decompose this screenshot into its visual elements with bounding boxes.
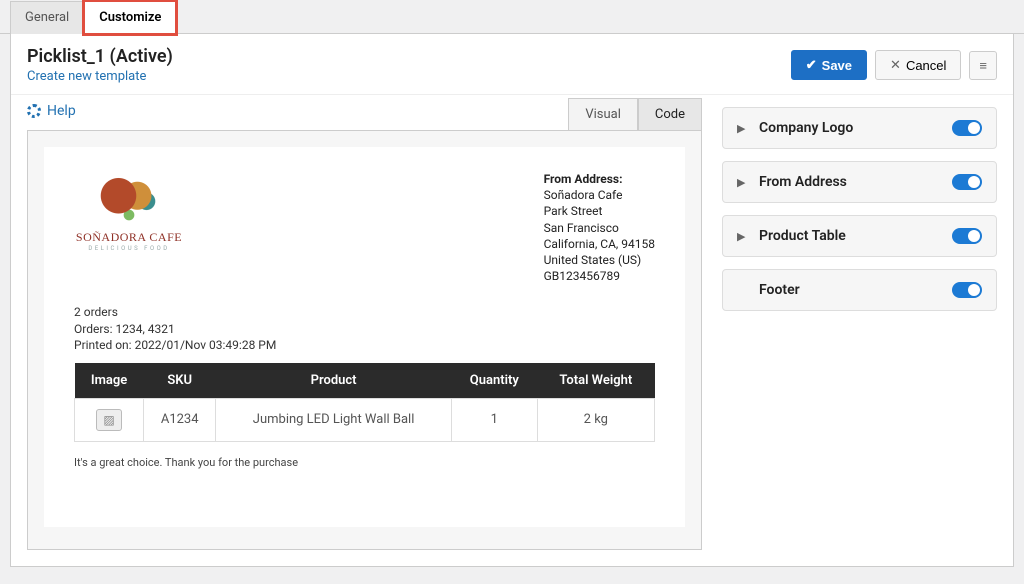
table-row: ▨ A1234 Jumbing LED Light Wall Ball 1 2 … [75, 398, 655, 441]
company-logo-mark [94, 171, 164, 226]
cell-qty: 1 [451, 398, 537, 441]
from-address-line: California, CA, 94158 [544, 236, 655, 252]
app-root: General Customize Picklist_1 (Active) Cr… [0, 0, 1024, 584]
toggle-company-logo[interactable] [952, 120, 982, 136]
tab-customize-label: Customize [99, 10, 161, 25]
col-qty: Quantity [451, 363, 537, 399]
chevron-right-icon: ▶ [737, 176, 747, 189]
setting-from-address[interactable]: ▶ From Address [722, 161, 997, 203]
view-tab-code-label: Code [655, 107, 685, 122]
view-tab-code[interactable]: Code [638, 98, 702, 130]
tab-general-label: General [25, 10, 69, 25]
from-address-line: GB123456789 [544, 268, 655, 284]
save-button-label: Save [822, 58, 852, 73]
lifering-icon [27, 104, 41, 118]
cancel-button[interactable]: ✕ Cancel [875, 50, 961, 80]
more-menu-button[interactable]: ≡ [969, 51, 997, 80]
page-body: Help Visual Code SOÑADORA CAFE DELICIOUS… [11, 95, 1013, 566]
from-address-line: San Francisco [544, 220, 655, 236]
setting-label: From Address [759, 174, 847, 190]
setting-product-table[interactable]: ▶ Product Table [722, 215, 997, 257]
from-address-line: Soñadora Cafe [544, 187, 655, 203]
orders-printed: Printed on: 2022/01/Nov 03:49:28 PM [74, 337, 655, 353]
close-icon: ✕ [890, 57, 901, 73]
settings-panel: ▶ Company Logo ▶ From Address ▶ Produc [722, 95, 997, 550]
preview-pane: SOÑADORA CAFE DELICIOUS FOOD From Addres… [27, 130, 702, 550]
col-product: Product [216, 363, 452, 399]
view-tabs: Visual Code [27, 98, 702, 130]
col-sku: SKU [144, 363, 216, 399]
company-logo-tagline: DELICIOUS FOOD [74, 245, 184, 252]
page-header-left: Picklist_1 (Active) Create new template [27, 46, 173, 84]
view-tab-visual-label: Visual [585, 107, 621, 122]
left-column: Help Visual Code SOÑADORA CAFE DELICIOUS… [27, 95, 702, 550]
image-placeholder-icon: ▨ [96, 409, 122, 431]
page: Picklist_1 (Active) Create new template … [10, 34, 1014, 567]
top-tabs: General Customize [0, 0, 1024, 34]
from-address-line: United States (US) [544, 252, 655, 268]
cell-sku: A1234 [144, 398, 216, 441]
toggle-from-address[interactable] [952, 174, 982, 190]
doc-top: SOÑADORA CAFE DELICIOUS FOOD From Addres… [74, 171, 655, 284]
orders-ids: Orders: 1234, 4321 [74, 321, 655, 337]
cancel-button-label: Cancel [906, 58, 946, 73]
cell-image: ▨ [75, 398, 144, 441]
col-weight: Total Weight [537, 363, 654, 399]
product-table: Image SKU Product Quantity Total Weight … [74, 363, 655, 442]
tab-customize[interactable]: Customize [84, 1, 176, 34]
chevron-right-icon: ▶ [737, 230, 747, 243]
company-logo: SOÑADORA CAFE DELICIOUS FOOD [74, 171, 184, 284]
hamburger-icon: ≡ [979, 58, 987, 73]
chevron-right-icon: ▶ [737, 122, 747, 135]
check-icon: ✔ [806, 57, 817, 73]
from-address-label: From Address: [544, 171, 655, 187]
document-preview: SOÑADORA CAFE DELICIOUS FOOD From Addres… [44, 147, 685, 527]
save-button[interactable]: ✔ Save [791, 50, 867, 80]
company-logo-name: SOÑADORA CAFE [74, 230, 184, 245]
toggle-footer[interactable] [952, 282, 982, 298]
page-header: Picklist_1 (Active) Create new template … [11, 34, 1013, 95]
page-header-actions: ✔ Save ✕ Cancel ≡ [791, 50, 997, 80]
cell-weight: 2 kg [537, 398, 654, 441]
setting-label: Footer [759, 282, 800, 298]
tab-general[interactable]: General [10, 1, 84, 34]
from-address: From Address: Soñadora Cafe Park Street … [544, 171, 655, 284]
orders-count: 2 orders [74, 304, 655, 320]
from-address-line: Park Street [544, 203, 655, 219]
help-link-label: Help [47, 103, 76, 119]
help-link[interactable]: Help [27, 103, 76, 119]
setting-footer[interactable]: ▶ Footer [722, 269, 997, 311]
cell-product: Jumbing LED Light Wall Ball [216, 398, 452, 441]
setting-company-logo[interactable]: ▶ Company Logo [722, 107, 997, 149]
orders-meta: 2 orders Orders: 1234, 4321 Printed on: … [74, 304, 655, 353]
setting-label: Product Table [759, 228, 846, 244]
view-tab-visual[interactable]: Visual [568, 98, 638, 130]
setting-label: Company Logo [759, 120, 853, 136]
page-title: Picklist_1 (Active) [27, 46, 173, 67]
create-template-link[interactable]: Create new template [27, 69, 146, 84]
toggle-product-table[interactable] [952, 228, 982, 244]
footer-note: It's a great choice. Thank you for the p… [74, 456, 655, 469]
col-image: Image [75, 363, 144, 399]
